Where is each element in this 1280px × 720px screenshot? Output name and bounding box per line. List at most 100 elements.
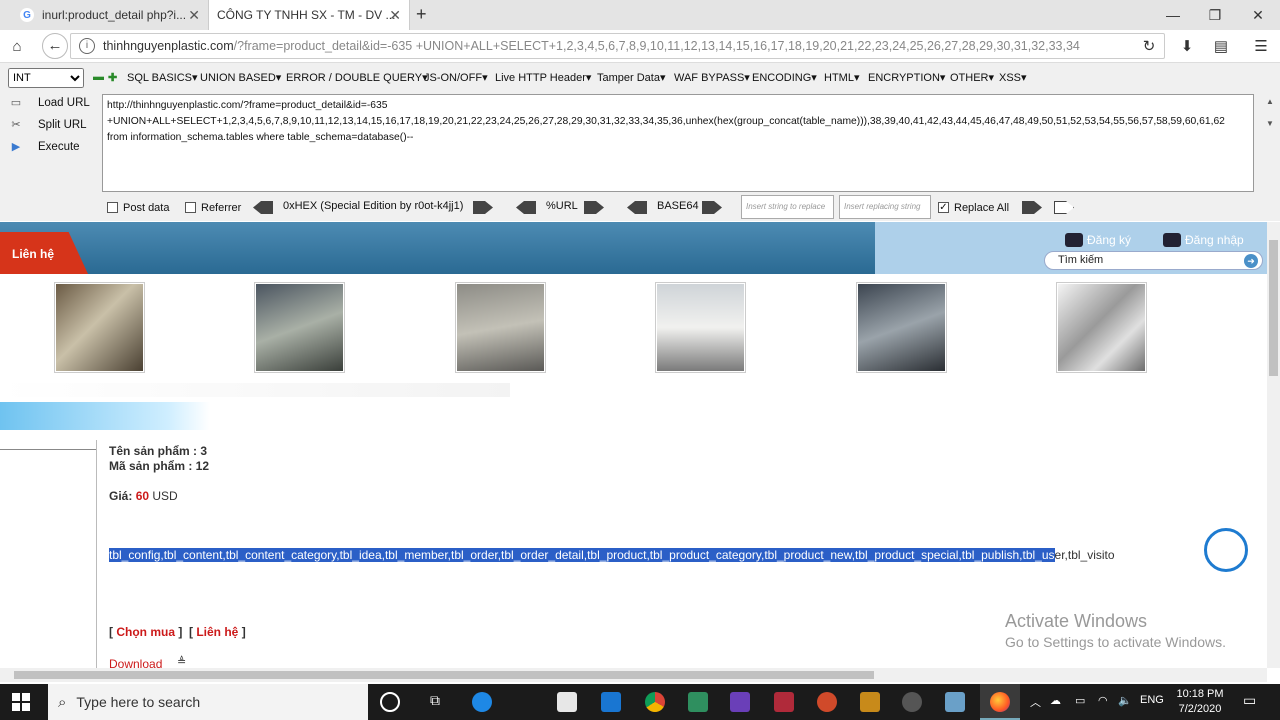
- media-icon[interactable]: [902, 692, 922, 712]
- url-path: /?frame=product_detail&id=-635 +UNION+AL…: [233, 39, 1080, 53]
- menu-xss[interactable]: XSS▾: [999, 71, 1027, 84]
- menu-union-based[interactable]: UNION BASED▾: [200, 71, 281, 84]
- menu-js-on-off[interactable]: JS-ON/OFF▾: [424, 71, 488, 84]
- replace-string-input[interactable]: Insert string to replace: [741, 195, 834, 219]
- menu-other[interactable]: OTHER▾: [950, 71, 994, 84]
- app-icon[interactable]: [774, 692, 794, 712]
- menu-tamper-data[interactable]: Tamper Data▾: [597, 71, 666, 84]
- load-url-button[interactable]: ▭ Load URL: [8, 96, 90, 110]
- windows-start-icon[interactable]: [12, 693, 30, 711]
- hackbar-options: Post data Referrer 0xHEX (Special Editio…: [0, 195, 1280, 219]
- base64-decode-arrow-icon[interactable]: [627, 201, 647, 214]
- clock[interactable]: 10:18 PM 7/2/2020: [1170, 687, 1230, 717]
- app-icon[interactable]: [860, 692, 880, 712]
- show-hidden-icon[interactable]: ︿: [1030, 694, 1041, 710]
- sidebar-icon[interactable]: ▤: [1210, 36, 1232, 58]
- wifi-icon[interactable]: ◠: [1098, 694, 1108, 707]
- menu-live-http-header[interactable]: Live HTTP Header▾: [495, 71, 591, 84]
- store-icon[interactable]: [557, 692, 577, 712]
- scrollbar-thumb[interactable]: [1269, 240, 1278, 376]
- product-thumbnail[interactable]: [856, 282, 947, 373]
- register-link[interactable]: Đăng ký: [1065, 233, 1131, 247]
- site-search-input[interactable]: Tìm kiếm ➜: [1044, 251, 1263, 270]
- info-icon[interactable]: i: [79, 38, 95, 54]
- contact-link[interactable]: Liên hệ: [196, 625, 238, 639]
- url-bar[interactable]: i thinhnguyenplastic.com/?frame=product_…: [70, 33, 1165, 59]
- product-thumbnail[interactable]: [254, 282, 345, 373]
- menu-sql-basics[interactable]: SQL BASICS▾: [127, 71, 198, 84]
- buy-link[interactable]: Chọn mua: [116, 625, 175, 639]
- menu-waf-bypass[interactable]: WAF BYPASS▾: [674, 71, 750, 84]
- close-tab-icon[interactable]: ✕: [389, 7, 401, 24]
- hackbar-panel: ▭ Load URL ✂ Split URL ▶ Execute http://thi…: [0, 93, 1280, 221]
- mail-icon[interactable]: [601, 692, 621, 712]
- tab-company-site[interactable]: CÔNG TY TNHH SX - TM - DV ... ✕: [208, 0, 410, 30]
- product-thumbnail[interactable]: [1056, 282, 1147, 373]
- scrollbar-thumb[interactable]: [14, 671, 874, 679]
- menu-encryption[interactable]: ENCRYPTION▾: [868, 71, 945, 84]
- execute-button[interactable]: ▶ Execute: [8, 140, 80, 154]
- minimize-icon[interactable]: —: [1158, 4, 1188, 26]
- reload-icon[interactable]: ↻: [1138, 36, 1160, 58]
- product-thumbnail[interactable]: [54, 282, 145, 373]
- google-icon: G: [20, 8, 34, 22]
- visual-studio-icon[interactable]: [730, 692, 750, 712]
- vertical-scrollbar[interactable]: [1267, 222, 1280, 668]
- cortana-icon[interactable]: [380, 692, 400, 712]
- volume-icon[interactable]: 🔈: [1118, 694, 1132, 707]
- app-icon[interactable]: [688, 692, 708, 712]
- replace-arrow-icon[interactable]: [1022, 201, 1042, 214]
- task-view-icon[interactable]: ⧉: [425, 692, 445, 712]
- minus-icon[interactable]: ▬: [93, 71, 104, 83]
- referrer-checkbox[interactable]: Referrer: [185, 201, 241, 214]
- download-icon[interactable]: ⬇: [1176, 36, 1198, 58]
- firefox-taskbar-button[interactable]: [980, 684, 1020, 720]
- taskbar-search-input[interactable]: ⌕ Type here to search: [48, 684, 368, 720]
- back-icon[interactable]: ←: [42, 33, 68, 59]
- new-tab-button[interactable]: +: [416, 4, 427, 25]
- post-data-checkbox[interactable]: Post data: [107, 201, 169, 214]
- menu-error-double-query[interactable]: ERROR / DOUBLE QUERY▾: [286, 71, 428, 84]
- url-decode-arrow-icon[interactable]: [516, 201, 536, 214]
- firefox-icon: [990, 692, 1010, 712]
- login-link[interactable]: Đăng nhập: [1163, 233, 1244, 247]
- product-thumbnail[interactable]: [655, 282, 746, 373]
- notifications-icon[interactable]: ▭: [1243, 692, 1256, 709]
- close-tab-icon[interactable]: ✕: [188, 7, 200, 24]
- app-icon[interactable]: [945, 692, 965, 712]
- replace-next-arrow-icon[interactable]: [1054, 201, 1074, 214]
- language-indicator[interactable]: ENG: [1140, 694, 1164, 706]
- onedrive-icon[interactable]: ☁: [1050, 694, 1061, 707]
- menu-html[interactable]: HTML▾: [824, 71, 859, 84]
- base64-encode-arrow-icon[interactable]: [702, 201, 722, 214]
- tab-search-results[interactable]: G inurl:product_detail php?i... ✕: [12, 0, 208, 30]
- tab-title: inurl:product_detail php?i...: [42, 8, 187, 22]
- hex-decode-arrow-icon[interactable]: [253, 201, 273, 214]
- scroll-down-icon[interactable]: ▼: [1266, 119, 1274, 128]
- search-go-icon[interactable]: ➜: [1244, 254, 1258, 268]
- plus-icon[interactable]: ✚: [108, 71, 117, 84]
- chrome-icon[interactable]: [645, 692, 665, 712]
- scroll-up-icon[interactable]: ▲: [1266, 97, 1274, 106]
- product-thumbnail[interactable]: [455, 282, 546, 373]
- register-icon: [1065, 233, 1083, 247]
- query-textarea[interactable]: http://thinhnguyenplastic.com/?frame=pro…: [102, 94, 1254, 192]
- url-encode-arrow-icon[interactable]: [584, 201, 604, 214]
- injected-table-list[interactable]: tbl_config,tbl_content,tbl_content_categ…: [109, 548, 1115, 562]
- edge-icon[interactable]: [472, 692, 492, 712]
- menu-icon[interactable]: ☰: [1250, 36, 1272, 58]
- horizontal-scrollbar[interactable]: [0, 668, 1267, 682]
- menu-encoding[interactable]: ENCODING▾: [752, 71, 817, 84]
- replacing-string-input[interactable]: Insert replacing string: [839, 195, 931, 219]
- maximize-icon[interactable]: ❐: [1200, 4, 1230, 26]
- product-code: Mã sản phẩm : 12: [109, 459, 210, 473]
- close-window-icon[interactable]: ✕: [1243, 4, 1273, 26]
- download-icon[interactable]: ≜: [177, 655, 186, 668]
- app-icon[interactable]: [817, 692, 837, 712]
- type-select[interactable]: INT: [8, 68, 84, 88]
- hex-encode-arrow-icon[interactable]: [473, 201, 493, 214]
- split-url-button[interactable]: ✂ Split URL: [8, 118, 86, 132]
- home-icon[interactable]: ⌂: [6, 36, 28, 58]
- replace-all-checkbox[interactable]: ✓ Replace All: [938, 201, 1009, 214]
- network-icon[interactable]: ▭: [1075, 694, 1085, 707]
